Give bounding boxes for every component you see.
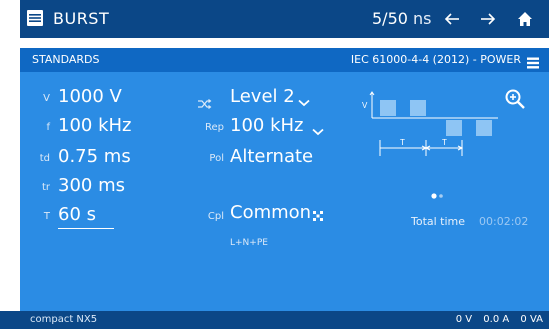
voltage-param[interactable]: V 1000 V: [20, 86, 160, 112]
title-bar: BURST 5/50 ns: [20, 0, 549, 38]
waveform-v-label: V: [362, 101, 368, 110]
page-unit: ns: [413, 9, 432, 28]
menu-icon[interactable]: [27, 10, 43, 26]
polarity-label: Pol: [209, 153, 224, 164]
duration-param[interactable]: T 60 s: [20, 204, 160, 230]
coupling-value: Common: [230, 202, 312, 223]
coupling-lines: L+N+PE: [230, 238, 268, 248]
duration-value: 60 s: [58, 204, 97, 225]
frequency-value: 100 kHz: [58, 115, 132, 136]
home-button[interactable]: [514, 8, 536, 30]
total-time-value: 00:02:02: [479, 215, 529, 228]
total-time-label: Total time: [411, 215, 466, 228]
standards-bar: STANDARDS IEC 61000-4-4 (2012) - POWER: [20, 48, 549, 72]
back-button[interactable]: [441, 8, 463, 30]
rep-param[interactable]: Rep 100 kHz: [188, 115, 338, 141]
td-value: 0.75 ms: [58, 146, 131, 167]
power-reading: 0 VA: [520, 314, 543, 325]
voltage-value: 1000 V: [58, 86, 122, 107]
arrow-left-icon: [444, 13, 459, 25]
app-title: BURST: [53, 9, 110, 28]
voltage-reading: 0 V: [455, 314, 473, 325]
standard-selector[interactable]: IEC 61000-4-4 (2012) - POWER: [351, 53, 521, 66]
tr-param[interactable]: tr 300 ms: [20, 175, 160, 201]
level-param[interactable]: Level 2: [188, 86, 338, 112]
duration-underline: [58, 228, 114, 229]
coupling-dots-icon: [312, 207, 324, 221]
edge-marker: [0, 311, 20, 329]
waveform-t2-label: T: [442, 138, 447, 147]
home-icon: [518, 12, 532, 26]
page-number: 5/50: [372, 9, 408, 28]
status-footer: compact NX5 0 V 0.0 A 0 VA: [20, 311, 549, 329]
coupling-label: Cpl: [207, 211, 224, 222]
frequency-label: f: [46, 122, 50, 133]
main-panel: V 1000 V f 100 kHz td 0.75 ms tr 300 ms …: [20, 72, 549, 311]
screen: BURST 5/50 ns STANDARDS IEC 61000-4-4 (2…: [0, 0, 549, 329]
level-value: Level 2: [230, 86, 295, 107]
waveform-t1-label: T: [400, 138, 405, 147]
frequency-param[interactable]: f 100 kHz: [20, 115, 160, 141]
coupling-param[interactable]: Cpl Common: [188, 202, 338, 228]
device-name: compact NX5: [30, 314, 98, 325]
polarity-value: Alternate: [230, 146, 314, 167]
rep-label: Rep: [205, 122, 224, 133]
polarity-param[interactable]: Pol Alternate: [188, 146, 338, 172]
tr-label: tr: [41, 182, 50, 193]
voltage-label: V: [43, 93, 50, 104]
page-indicator: 5/50 ns: [372, 9, 432, 28]
chevron-down-icon: [312, 121, 324, 136]
current-reading: 0.0 A: [483, 314, 510, 325]
td-label: td: [39, 153, 50, 164]
standards-label: STANDARDS: [32, 53, 100, 66]
readings: 0 V 0.0 A 0 VA: [448, 314, 543, 325]
burst-waveform-diagram: V T T: [360, 90, 500, 160]
rep-value: 100 kHz: [230, 115, 304, 136]
zoom-in-icon[interactable]: [504, 88, 526, 110]
page-dots[interactable]: [431, 184, 447, 199]
forward-button[interactable]: [477, 8, 499, 30]
list-icon[interactable]: [527, 54, 539, 69]
duration-label: T: [43, 211, 50, 222]
shuffle-icon: [198, 94, 212, 109]
chevron-down-icon: [298, 92, 310, 107]
tr-value: 300 ms: [58, 175, 125, 196]
arrow-right-icon: [481, 13, 496, 25]
td-param[interactable]: td 0.75 ms: [20, 146, 160, 172]
